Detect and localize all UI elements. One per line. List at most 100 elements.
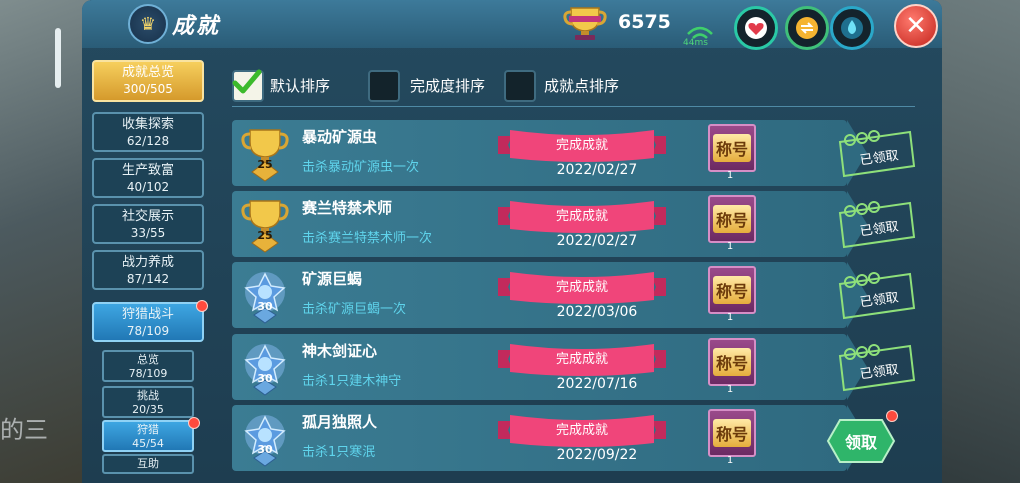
close-icon: ✕ xyxy=(905,11,927,41)
title-reward-label: 称号 xyxy=(712,134,751,162)
reward-count: 1 xyxy=(726,312,734,323)
subitem-challenge[interactable]: 挑战 20/35 xyxy=(102,386,194,418)
achievement-points-value: 30 xyxy=(257,443,273,456)
subitem-label: 互助 xyxy=(137,457,159,470)
background-caption: 的三 xyxy=(0,416,48,444)
refresh-button[interactable] xyxy=(785,6,829,50)
completion-status: 完成成就 xyxy=(555,352,608,367)
subitem-count: 45/54 xyxy=(132,437,164,450)
title-reward-label: 称号 xyxy=(712,348,751,376)
reward-count: 1 xyxy=(726,455,734,466)
blue-crystal-medal-icon xyxy=(240,340,290,396)
achievement-description: 击杀赛兰特禁术师一次 xyxy=(302,231,433,246)
sidebar-item-count: 62/128 xyxy=(126,134,170,148)
heart-icon xyxy=(745,17,767,39)
achievement-points-value: 30 xyxy=(257,300,273,313)
achievement-name: 孤月独照人 xyxy=(302,413,378,431)
blue-crystal-medal-icon xyxy=(240,268,290,324)
achievement-row: 25 暴动矿源虫 击杀暴动矿源虫一次 完成成就 2022/02/27 称号 1 xyxy=(232,120,867,186)
completion-sort-checkbox[interactable] xyxy=(368,70,400,102)
reward-count: 1 xyxy=(726,384,734,395)
subitem-label: 总览 xyxy=(137,353,159,366)
subitem-count: 78/109 xyxy=(128,367,168,380)
trophy-emblem-icon: ♛ xyxy=(128,4,168,44)
title-reward-icon[interactable]: 称号 xyxy=(708,266,756,314)
notification-dot xyxy=(196,300,208,312)
close-button[interactable]: ✕ xyxy=(894,4,938,48)
title-reward-label: 称号 xyxy=(712,205,751,233)
completion-date: 2022/02/27 xyxy=(556,162,638,178)
points-sort-checkbox[interactable] xyxy=(504,70,536,102)
achievement-name: 赛兰特禁术师 xyxy=(302,199,393,217)
notification-dot xyxy=(188,417,200,429)
sidebar-item-overview[interactable]: 成就总览 300/505 xyxy=(92,60,204,102)
achievement-row: 30 矿源巨蝎 击杀矿源巨蝎一次 完成成就 2022/03/06 称号 1 xyxy=(232,262,867,328)
sidebar-item-collection[interactable]: 收集探索 62/128 xyxy=(92,112,204,152)
achievement-points: 6575 xyxy=(618,11,671,33)
sidebar-item-count: 300/505 xyxy=(123,82,173,96)
achievement-points-value: 25 xyxy=(257,158,273,171)
achievement-points-value: 25 xyxy=(257,229,273,242)
achievement-description: 击杀1只建木神守 xyxy=(302,374,402,389)
subitem-hunting[interactable]: 狩猎 45/54 xyxy=(102,420,194,452)
default-sort-label: 默认排序 xyxy=(270,77,331,95)
subitem-assist[interactable]: 互助 xyxy=(102,454,194,474)
ping-text: 44ms xyxy=(683,38,708,48)
title-reward-icon[interactable]: 称号 xyxy=(708,409,756,457)
title-reward-label: 称号 xyxy=(712,276,751,304)
subitem-label: 狩猎 xyxy=(137,423,159,436)
subitem-label: 挑战 xyxy=(137,389,159,402)
completion-date: 2022/02/27 xyxy=(556,233,638,249)
page-title: 成就 xyxy=(172,14,221,39)
sidebar-item-label: 生产致富 xyxy=(121,163,174,178)
sidebar-item-count: 33/55 xyxy=(130,226,166,240)
gold-trophy-icon xyxy=(240,126,290,182)
achievement-row: 25 赛兰特禁术师 击杀赛兰特禁术师一次 完成成就 2022/02/27 称号 1 xyxy=(232,191,867,257)
achievement-description: 击杀1只寒泯 xyxy=(302,445,376,460)
achievement-row: 30 神木剑证心击杀1只建木神守 完成成就 2022/07/16 称号 1 xyxy=(232,334,867,400)
sidebar-item-count: 40/102 xyxy=(126,180,170,194)
trophy-icon xyxy=(563,7,607,40)
sidebar-item-label: 成就总览 xyxy=(121,65,174,80)
sidebar-item-power[interactable]: 战力养成 87/142 xyxy=(92,250,204,290)
water-drop-icon xyxy=(841,17,863,39)
default-sort-checkbox[interactable] xyxy=(232,69,264,102)
scroll-handle[interactable] xyxy=(55,28,61,88)
completion-date: 2022/03/06 xyxy=(556,304,638,320)
water-button[interactable] xyxy=(830,6,874,50)
sidebar-item-label: 战力养成 xyxy=(121,255,174,270)
achievement-points-value: 30 xyxy=(257,372,273,385)
achievement-name: 神木剑证心 xyxy=(302,342,378,360)
health-button[interactable] xyxy=(734,6,778,50)
divider xyxy=(232,106,915,107)
reward-count: 1 xyxy=(726,241,734,252)
sidebar-item-count: 78/109 xyxy=(126,324,170,338)
sidebar-item-label: 收集探索 xyxy=(121,117,174,132)
gold-trophy-icon xyxy=(240,197,290,253)
title-reward-icon[interactable]: 称号 xyxy=(708,338,756,386)
title-reward-label: 称号 xyxy=(712,419,751,447)
achievement-name: 矿源巨蝎 xyxy=(302,270,363,288)
checkmark-icon xyxy=(232,69,262,94)
points-sort-label: 成就点排序 xyxy=(544,77,620,95)
achievement-row: 30 孤月独照人 击杀1只寒泯 完成成就 2022/09/22 称号 1 xyxy=(232,405,867,471)
completion-date: 2022/07/16 xyxy=(556,376,638,392)
claim-button-label: 领取 xyxy=(844,433,877,452)
title-reward-icon[interactable]: 称号 xyxy=(708,124,756,172)
sidebar-item-hunting[interactable]: 狩猎战斗 78/109 xyxy=(92,302,204,342)
subitem-overview[interactable]: 总览 78/109 xyxy=(102,350,194,382)
reward-count: 1 xyxy=(726,170,734,181)
sidebar-item-label: 狩猎战斗 xyxy=(121,307,174,322)
sidebar-item-label: 社交展示 xyxy=(121,209,174,224)
completion-status: 完成成就 xyxy=(555,280,608,295)
achievement-name: 暴动矿源虫 xyxy=(302,128,378,146)
sidebar-item-production[interactable]: 生产致富 40/102 xyxy=(92,158,204,198)
notification-dot xyxy=(886,410,898,422)
title-reward-icon[interactable]: 称号 xyxy=(708,195,756,243)
completion-status: 完成成就 xyxy=(555,423,608,438)
completion-sort-label: 完成度排序 xyxy=(410,77,486,95)
achievement-description: 击杀暴动矿源虫一次 xyxy=(302,160,420,175)
subitem-count: 20/35 xyxy=(132,403,164,416)
sidebar-item-social[interactable]: 社交展示 33/55 xyxy=(92,204,204,244)
swap-arrows-icon xyxy=(796,17,818,39)
